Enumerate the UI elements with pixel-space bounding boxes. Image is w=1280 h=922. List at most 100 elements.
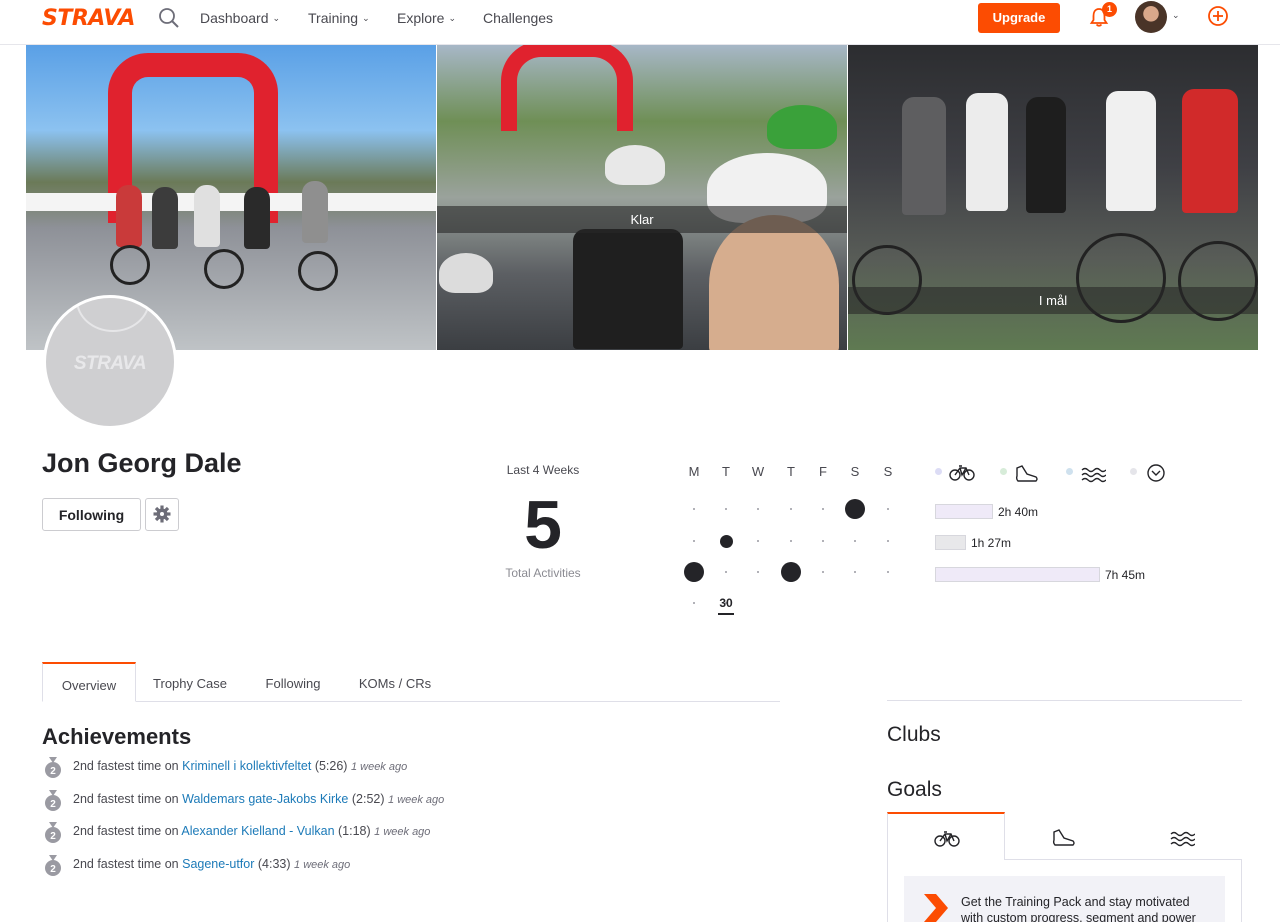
achievement-prefix: 2nd fastest time on xyxy=(73,857,179,871)
empty-day-dot xyxy=(821,507,825,511)
goal-tab-ride[interactable] xyxy=(887,812,1005,860)
rider xyxy=(1182,89,1238,213)
empty-day-dot xyxy=(692,507,696,511)
weekday-label: S xyxy=(850,464,860,479)
rider xyxy=(302,181,328,243)
weekday-label: M xyxy=(688,464,700,479)
weekday-label: W xyxy=(751,464,765,479)
nav-explore[interactable]: Explore ⌄ xyxy=(397,10,456,26)
goal-panel-border xyxy=(887,859,888,922)
tab-following[interactable]: Following xyxy=(250,662,336,702)
chevron-down-icon: ⌄ xyxy=(448,13,457,23)
empty-day-dot xyxy=(886,539,890,543)
time-bar xyxy=(935,535,966,550)
upgrade-button[interactable]: Upgrade xyxy=(978,3,1060,33)
achievement-time: (5:26) xyxy=(314,759,348,773)
goal-tab-swim[interactable] xyxy=(1123,812,1241,860)
divider xyxy=(887,700,1242,701)
segment-link[interactable]: Kriminell i kollektivfeltet xyxy=(182,759,311,773)
activity-dot[interactable] xyxy=(845,499,865,519)
segment-link[interactable]: Alexander Kielland - Vulkan xyxy=(181,824,334,838)
nav-training[interactable]: Training ⌄ xyxy=(308,10,370,26)
achievement-date: 1 week ago xyxy=(388,794,445,806)
goal-tab-run[interactable] xyxy=(1005,812,1123,860)
profile-avatar[interactable]: STRAVA xyxy=(43,295,177,429)
medal-rank: 2 xyxy=(50,864,56,875)
goals-heading: Goals xyxy=(887,778,942,801)
empty-day-dot xyxy=(886,507,890,511)
empty-day-dot xyxy=(756,570,760,574)
current-date: 30 xyxy=(719,596,733,610)
empty-day-dot xyxy=(789,539,793,543)
silver-medal-icon: 2 xyxy=(45,855,61,876)
rider-helmet xyxy=(439,253,493,293)
empty-day-dot xyxy=(692,601,696,605)
bike-wheel xyxy=(298,251,338,291)
bike-wheel xyxy=(110,245,150,285)
rider xyxy=(194,185,220,247)
segment-link[interactable]: Sagene-utfor xyxy=(182,857,254,871)
rider xyxy=(966,93,1008,211)
following-button[interactable]: Following xyxy=(42,498,141,531)
run-shoe-icon xyxy=(1015,465,1038,482)
swim-icon xyxy=(1170,831,1195,847)
rider xyxy=(902,97,946,215)
time-bar xyxy=(935,567,1100,582)
promo-text: Get the Training Pack and stay motivated… xyxy=(961,895,1196,922)
time-bar-label: 1h 27m xyxy=(971,536,1012,550)
time-bar-label: 2h 40m xyxy=(998,505,1039,519)
empty-day-dot xyxy=(692,539,696,543)
achievement-date: 1 week ago xyxy=(374,826,431,838)
tab-overview[interactable]: Overview xyxy=(42,662,136,702)
achievement-time: (1:18) xyxy=(338,824,371,838)
achievement-prefix: 2nd fastest time on xyxy=(73,759,179,773)
time-bar-label: 7h 45m xyxy=(1105,568,1146,582)
start-arch xyxy=(501,45,633,131)
cover-photo[interactable]: Klar xyxy=(437,45,847,350)
goal-tabs-divider xyxy=(1004,859,1242,860)
tab-koms-crs[interactable]: KOMs / CRs xyxy=(348,662,442,702)
sport-color-dot xyxy=(1130,468,1137,475)
chevron-down-icon: ⌄ xyxy=(362,13,370,23)
run-shoe-icon xyxy=(1052,829,1075,846)
training-pack-promo[interactable]: Get the Training Pack and stay motivated… xyxy=(904,876,1225,922)
empty-day-dot xyxy=(724,570,728,574)
activity-dot[interactable] xyxy=(719,534,733,548)
swim-icon xyxy=(1081,467,1106,483)
stats-period-label: Last 4 Weeks xyxy=(506,463,580,477)
nav-dashboard[interactable]: Dashboard ⌄ xyxy=(200,10,280,26)
activity-dot[interactable] xyxy=(684,562,704,582)
achievement-time: (2:52) xyxy=(351,792,385,806)
chevron-down-icon[interactable]: ⌄ xyxy=(1172,10,1180,21)
empty-day-dot xyxy=(886,570,890,574)
goal-panel-border xyxy=(1241,859,1242,922)
weekday-label: T xyxy=(722,464,730,479)
medal-rank: 2 xyxy=(50,831,56,842)
cover-photo[interactable]: I mål xyxy=(848,45,1258,350)
tab-trophy-case[interactable]: Trophy Case xyxy=(142,662,238,702)
search-icon[interactable] xyxy=(158,7,180,29)
empty-day-dot xyxy=(789,507,793,511)
activity-dot[interactable] xyxy=(781,562,801,582)
bike-icon xyxy=(934,831,960,847)
empty-day-dot xyxy=(724,507,728,511)
empty-day-dot xyxy=(756,539,760,543)
shirt-collar-shape xyxy=(76,298,150,332)
rider xyxy=(573,229,683,349)
achievement-prefix: 2nd fastest time on xyxy=(73,824,179,838)
nav-challenges[interactable]: Challenges xyxy=(483,10,553,26)
silver-medal-icon: 2 xyxy=(45,790,61,811)
profile-tabs: Overview Trophy Case Following KOMs / CR… xyxy=(42,662,780,702)
chevron-right-icon xyxy=(924,894,948,922)
empty-day-dot xyxy=(821,539,825,543)
settings-button[interactable] xyxy=(145,498,179,531)
strava-logo[interactable]: STRAVA xyxy=(42,6,135,31)
rider xyxy=(244,187,270,249)
silver-medal-icon: 2 xyxy=(45,757,61,778)
medal-rank: 2 xyxy=(50,799,56,810)
clubs-heading: Clubs xyxy=(887,723,941,746)
user-avatar[interactable] xyxy=(1135,1,1167,33)
segment-link[interactable]: Waldemars gate-Jakobs Kirke xyxy=(182,792,348,806)
add-circle-icon[interactable] xyxy=(1207,5,1229,27)
total-activities-label: Total Activities xyxy=(505,566,581,580)
